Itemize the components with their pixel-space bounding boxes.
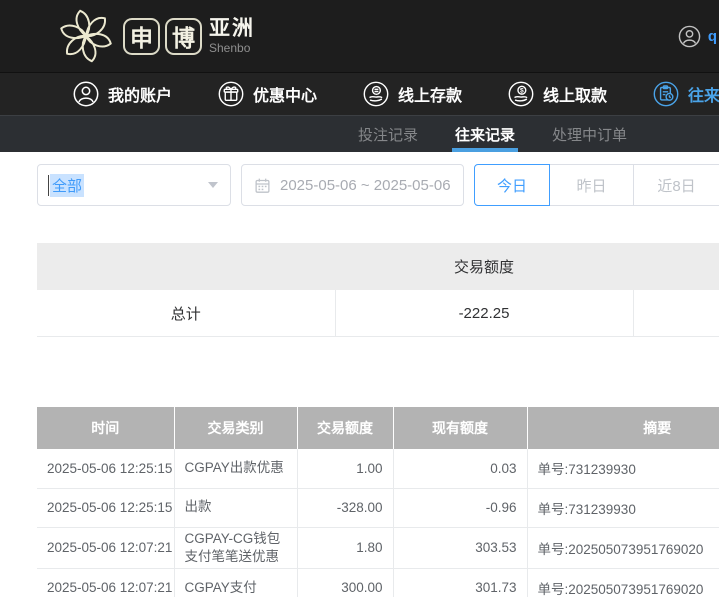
col-header-balance: 现有额度 bbox=[393, 407, 527, 449]
cell-type: CGPAY支付 bbox=[174, 568, 297, 597]
gift-icon bbox=[218, 81, 244, 107]
nav-item-label: 优惠中心 bbox=[253, 82, 317, 106]
tab-label: 往来记录 bbox=[455, 124, 515, 145]
page: 申 博 亚洲 Shenbo q bbox=[0, 0, 719, 597]
cell-note: 单号:202505073951769020 bbox=[527, 527, 719, 568]
deposit-hand-coin-icon bbox=[363, 81, 389, 107]
table-row: 2025-05-06 12:25:15 出款 -328.00 -0.96 单号:… bbox=[37, 488, 719, 527]
logo-char-bo: 博 bbox=[165, 18, 202, 55]
tab-betting-records[interactable]: 投注记录 bbox=[358, 116, 418, 152]
nav-item-label: 往来记录 bbox=[688, 82, 719, 106]
table-row: 2025-05-06 12:25:15 CGPAY出款优惠 1.00 0.03 … bbox=[37, 449, 719, 488]
summary-empty-cell bbox=[633, 290, 719, 337]
summary-header-row: 交易额度 bbox=[37, 243, 719, 290]
quick-range-button-group: 今日 昨日 近8日 bbox=[474, 164, 719, 206]
table-row: 2025-05-06 12:07:21 CGPAY-CG钱包支付笔笔送优惠 1.… bbox=[37, 527, 719, 568]
records-header-row: 时间 交易类别 交易额度 现有额度 摘要 bbox=[37, 407, 719, 449]
withdraw-hand-dollar-icon: $ bbox=[508, 81, 534, 107]
nav-item-promotions[interactable]: 优惠中心 bbox=[195, 81, 340, 107]
col-header-amount: 交易额度 bbox=[297, 407, 393, 449]
calendar-icon bbox=[254, 177, 271, 194]
select-value: 全部 bbox=[50, 174, 84, 197]
cell-amount: 1.80 bbox=[297, 527, 393, 568]
col-header-type: 交易类别 bbox=[174, 407, 297, 449]
main-nav: 我的账户 优惠中心 线上存款 bbox=[0, 72, 719, 115]
cell-amount: 1.00 bbox=[297, 449, 393, 488]
cell-time: 2025-05-06 12:25:15 bbox=[37, 488, 174, 527]
cell-balance: 301.73 bbox=[393, 568, 527, 597]
svg-text:$: $ bbox=[520, 87, 524, 94]
person-circle-icon bbox=[73, 81, 99, 107]
cell-balance: 303.53 bbox=[393, 527, 527, 568]
summary-header-empty bbox=[37, 243, 335, 290]
cell-note: 单号:202505073951769020 bbox=[527, 568, 719, 597]
cell-type: CGPAY出款优惠 bbox=[174, 449, 297, 488]
user-account[interactable]: q bbox=[678, 25, 717, 48]
logo-region-text: 亚洲 bbox=[209, 18, 255, 39]
filter-bar: 全部 2025-05-06 ~ 2025-05-06 今日 bbox=[37, 164, 719, 206]
summary-total-label: 总计 bbox=[37, 290, 335, 337]
active-tab-indicator bbox=[452, 148, 518, 152]
cell-amount: -328.00 bbox=[297, 488, 393, 527]
flower-logo-icon bbox=[55, 5, 117, 67]
table-row: 2025-05-06 12:07:21 CGPAY支付 300.00 301.7… bbox=[37, 568, 719, 597]
sub-nav: 投注记录 往来记录 处理中订单 bbox=[0, 115, 719, 152]
summary-total-row: 总计 -222.25 bbox=[37, 290, 719, 337]
summary-header-empty bbox=[633, 243, 719, 290]
cell-note: 单号:731239930 bbox=[527, 449, 719, 488]
cell-balance: -0.96 bbox=[393, 488, 527, 527]
transaction-type-select[interactable]: 全部 bbox=[37, 164, 231, 206]
cell-time: 2025-05-06 12:25:15 bbox=[37, 449, 174, 488]
col-header-note: 摘要 bbox=[527, 407, 719, 449]
summary-header-amount: 交易额度 bbox=[335, 243, 633, 290]
logo-subtitle: Shenbo bbox=[209, 42, 255, 54]
summary-total-amount: -222.25 bbox=[335, 290, 633, 337]
date-range-input[interactable]: 2025-05-06 ~ 2025-05-06 bbox=[241, 164, 464, 206]
username: q bbox=[708, 28, 717, 45]
tab-label: 投注记录 bbox=[358, 124, 418, 145]
nav-item-my-account[interactable]: 我的账户 bbox=[50, 81, 195, 107]
nav-item-label: 我的账户 bbox=[108, 82, 172, 106]
cell-type: 出款 bbox=[174, 488, 297, 527]
yesterday-button[interactable]: 昨日 bbox=[550, 164, 633, 206]
records-table: 时间 交易类别 交易额度 现有额度 摘要 2025-05-06 12:25:15… bbox=[37, 407, 719, 597]
nav-item-online-deposit[interactable]: 线上存款 bbox=[340, 81, 485, 107]
nav-item-online-withdraw[interactable]: $ 线上取款 bbox=[485, 81, 630, 107]
nav-item-transaction-records[interactable]: 往来记录 bbox=[630, 81, 719, 107]
logo[interactable]: 申 博 亚洲 Shenbo bbox=[55, 5, 255, 67]
nav-item-label: 线上取款 bbox=[543, 82, 607, 106]
tab-transaction-records[interactable]: 往来记录 bbox=[455, 116, 515, 152]
logo-text: 亚洲 Shenbo bbox=[209, 18, 255, 54]
nav-item-label: 线上存款 bbox=[398, 82, 462, 106]
date-range-value: 2025-05-06 ~ 2025-05-06 bbox=[280, 177, 451, 194]
top-header: 申 博 亚洲 Shenbo q bbox=[0, 0, 719, 72]
cell-amount: 300.00 bbox=[297, 568, 393, 597]
cell-type: CGPAY-CG钱包支付笔笔送优惠 bbox=[174, 527, 297, 568]
clipboard-clock-icon bbox=[653, 81, 679, 107]
today-button[interactable]: 今日 bbox=[474, 164, 550, 206]
tab-pending-orders[interactable]: 处理中订单 bbox=[552, 116, 627, 152]
cell-time: 2025-05-06 12:07:21 bbox=[37, 568, 174, 597]
content-area: 全部 2025-05-06 ~ 2025-05-06 今日 bbox=[0, 164, 719, 597]
cell-time: 2025-05-06 12:07:21 bbox=[37, 527, 174, 568]
text-cursor bbox=[48, 175, 49, 196]
logo-char-shen: 申 bbox=[123, 18, 160, 55]
user-avatar-icon bbox=[678, 25, 701, 48]
tab-label: 处理中订单 bbox=[552, 124, 627, 145]
cell-note: 单号:731239930 bbox=[527, 488, 719, 527]
col-header-time: 时间 bbox=[37, 407, 174, 449]
chevron-down-icon bbox=[208, 182, 218, 193]
summary-table: 交易额度 总计 -222.25 bbox=[37, 243, 719, 337]
cell-balance: 0.03 bbox=[393, 449, 527, 488]
last-8-days-button[interactable]: 近8日 bbox=[633, 164, 719, 206]
